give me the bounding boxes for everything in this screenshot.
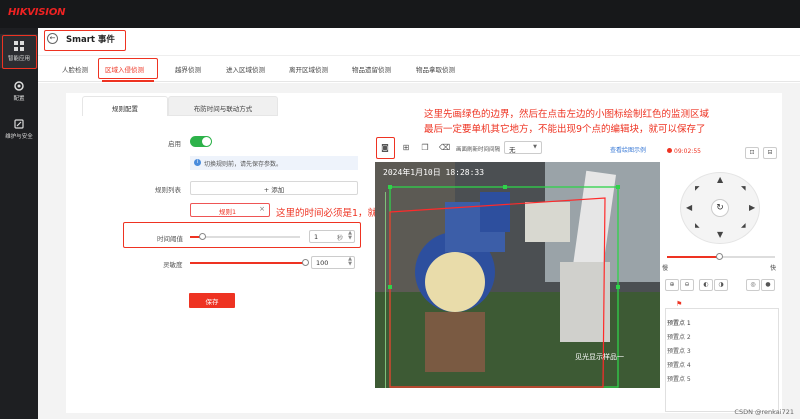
focus-icon[interactable]: ◐ bbox=[699, 279, 713, 291]
preset-item[interactable]: 预置点 5 bbox=[667, 374, 691, 383]
refresh-interval-value: 无 bbox=[509, 146, 516, 154]
auto-scan-icon[interactable]: ↻ bbox=[711, 199, 729, 217]
ptz-settings-icon[interactable]: ⊟ bbox=[763, 147, 777, 159]
enable-toggle[interactable] bbox=[190, 136, 212, 147]
time-threshold-label: 时间阈值 bbox=[157, 235, 183, 243]
video-caption: 见光显示样品一 bbox=[575, 353, 624, 361]
sensitivity-label: 灵敏度 bbox=[163, 261, 183, 269]
sensitivity-slider-knob[interactable] bbox=[302, 259, 309, 266]
preset-item[interactable]: 预置点 1 bbox=[667, 318, 691, 327]
tab-region-exit[interactable]: 离开区域侦测 bbox=[289, 64, 328, 74]
sensitivity-slider[interactable] bbox=[190, 262, 306, 264]
page-header: ← Smart 事件 bbox=[38, 28, 800, 56]
delete-icon[interactable]: ⌫ bbox=[439, 143, 450, 153]
annotation-top-line2: 最后一定要单机其它地方，不能出现9个点的编辑块，就可以保存了 bbox=[424, 124, 706, 135]
back-icon[interactable]: ← bbox=[47, 33, 58, 44]
nav-label: 智能应用 bbox=[7, 56, 30, 62]
sensitivity-input[interactable]: 100 ▲ ▼ bbox=[311, 256, 355, 269]
time-threshold-input[interactable]: 1 秒 ▲ ▼ bbox=[309, 230, 355, 243]
arrow-down-right-icon[interactable]: ◢ bbox=[741, 222, 746, 229]
arrow-up-left-icon[interactable]: ◤ bbox=[695, 185, 700, 192]
tab-intrusion[interactable]: 区域入侵侦测 bbox=[105, 64, 144, 74]
video-timestamp: 2024年1月10日 18:28:33 bbox=[383, 168, 485, 177]
wrench-icon bbox=[14, 119, 24, 129]
iris-close-icon[interactable]: ● bbox=[761, 279, 775, 291]
refresh-interval-select[interactable]: 无 ▼ bbox=[504, 141, 542, 154]
page-title: Smart 事件 bbox=[66, 35, 115, 45]
info-text: 切换规则前，请先保存参数。 bbox=[204, 161, 283, 168]
info-banner: i 切换规则前，请先保存参数。 bbox=[190, 156, 358, 170]
time-unit: 秒 bbox=[336, 235, 343, 242]
speed-fast-label: 快 bbox=[770, 265, 777, 272]
subtab-rule-config[interactable]: 规则配置 bbox=[82, 96, 168, 116]
rule-list-label: 规则列表 bbox=[155, 186, 181, 194]
tab-line-crossing[interactable]: 越界侦测 bbox=[175, 64, 201, 74]
nav-item-config[interactable]: 配置 bbox=[0, 74, 38, 108]
camera-icon[interactable]: ◙ bbox=[380, 143, 390, 153]
brand-logo: HIKVISION bbox=[8, 7, 66, 18]
focus-far-icon[interactable]: ◑ bbox=[714, 279, 728, 291]
flag-icon: ⚑ bbox=[676, 300, 683, 308]
rule-item-label: 规则1 bbox=[219, 208, 237, 216]
tab-region-entrance[interactable]: 进入区域侦测 bbox=[226, 64, 265, 74]
add-rule-button[interactable]: + 添加 bbox=[190, 181, 358, 195]
enable-label: 启用 bbox=[168, 140, 181, 148]
arrow-right-icon[interactable]: ▶ bbox=[749, 203, 755, 212]
top-bar: HIKVISION bbox=[0, 0, 800, 28]
zoom-icon[interactable]: ⊕ bbox=[665, 279, 679, 291]
subtab-schedule[interactable]: 布防时间与联动方式 bbox=[168, 96, 278, 116]
nav-item-maintenance[interactable]: 维护与安全 bbox=[0, 112, 38, 146]
refresh-interval-label: 画面刷新时间间隔 bbox=[456, 147, 501, 153]
zoom-out-icon[interactable]: ⊖ bbox=[680, 279, 694, 291]
arrow-up-icon[interactable]: ▲ bbox=[717, 175, 723, 184]
spinner-icon[interactable]: ▲ ▼ bbox=[348, 231, 352, 241]
iris-icon[interactable]: ◎ bbox=[746, 279, 760, 291]
spinner-icon[interactable]: ▲ ▼ bbox=[348, 257, 352, 267]
arrow-down-icon[interactable]: ▼ bbox=[717, 230, 723, 239]
tab-object-left[interactable]: 物品遗留侦测 bbox=[352, 64, 391, 74]
draw-area-icon[interactable]: ⊞ bbox=[401, 143, 411, 153]
chevron-down-icon: ▼ bbox=[533, 144, 537, 150]
copy-icon[interactable]: ❐ bbox=[420, 143, 430, 153]
tab-underline bbox=[102, 80, 154, 82]
speed-slow-label: 慢 bbox=[662, 265, 669, 272]
video-preview[interactable]: 2024年1月10日 18:28:33 见光显示样品一 bbox=[375, 162, 660, 388]
gear-icon bbox=[14, 81, 24, 91]
drawing-example-link[interactable]: 查看绘图示例 bbox=[610, 145, 646, 154]
ptz-time: 09:02:55 bbox=[674, 148, 701, 155]
preset-item[interactable]: 预置点 2 bbox=[667, 332, 691, 341]
preset-item[interactable]: 预置点 3 bbox=[667, 346, 691, 355]
ptz-speed-knob[interactable] bbox=[716, 253, 723, 260]
annotation-top-line1: 这里先画绿色的边界，然后在点击左边的小图标绘制红色的监测区域 bbox=[424, 109, 710, 120]
tab-face-detection[interactable]: 人脸检测 bbox=[62, 64, 88, 74]
rule-item[interactable]: 规则1 × bbox=[190, 203, 270, 217]
watermark: CSDN @renkai721 bbox=[734, 408, 794, 416]
nav-item-smart-app[interactable]: 智能应用 bbox=[0, 34, 38, 69]
nav-label: 配置 bbox=[13, 96, 25, 102]
time-threshold-value: 1 bbox=[314, 233, 319, 241]
grid-icon bbox=[14, 41, 24, 51]
info-icon: i bbox=[194, 159, 201, 166]
record-indicator bbox=[667, 148, 672, 153]
time-threshold-slider-knob[interactable] bbox=[199, 233, 206, 240]
time-threshold-slider[interactable] bbox=[190, 236, 300, 238]
sensitivity-value: 100 bbox=[316, 259, 329, 267]
arrow-up-right-icon[interactable]: ◥ bbox=[741, 185, 746, 192]
left-nav: 智能应用 配置 维护与安全 bbox=[0, 28, 38, 419]
lock-icon[interactable]: ⊡ bbox=[745, 147, 759, 159]
nav-label: 维护与安全 bbox=[5, 134, 33, 140]
event-tabs: 人脸检测 区域入侵侦测 越界侦测 进入区域侦测 离开区域侦测 物品遗留侦测 物品… bbox=[38, 56, 800, 82]
preset-item[interactable]: 预置点 4 bbox=[667, 360, 691, 369]
tab-object-removal[interactable]: 物品拿取侦测 bbox=[416, 64, 455, 74]
arrow-left-icon[interactable]: ◀ bbox=[686, 203, 692, 212]
ptz-speed-slider-fill bbox=[667, 256, 719, 258]
arrow-down-left-icon[interactable]: ◣ bbox=[695, 222, 700, 229]
close-icon[interactable]: × bbox=[259, 205, 265, 213]
save-button[interactable]: 保存 bbox=[189, 293, 235, 308]
